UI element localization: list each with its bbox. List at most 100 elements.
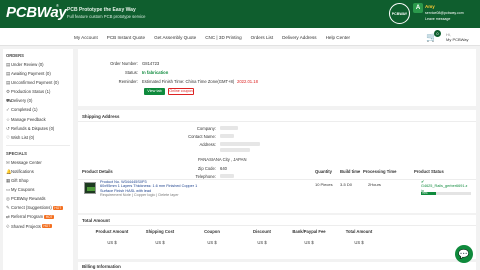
- registered-mark: ®: [56, 3, 59, 8]
- sidebar-item-gift-shop[interactable]: ▦Gift Shop: [3, 176, 73, 185]
- col-product-status: Product Status: [414, 169, 444, 174]
- address-city-country: PANASIANA City , JAPAN: [198, 157, 247, 162]
- sidebar-item-notifications[interactable]: 🔔Notifications: [3, 167, 73, 176]
- top-header: PCBWay ® PCB Prototype the Easy Way Full…: [0, 0, 480, 28]
- sales-rep-avatar: A: [413, 3, 423, 13]
- sidebar-item-wish-list[interactable]: ♡Wish List (0): [3, 133, 73, 142]
- sidebar-item-under-review[interactable]: ▤Under Review (0): [3, 60, 73, 69]
- hot-badge: HOT: [41, 223, 52, 229]
- site-slogan: PCB Prototype the Easy Way: [67, 7, 136, 13]
- cart-count-badge: 0: [434, 30, 441, 37]
- sidebar-item-refunds[interactable]: ↺Refunds & Disputes (0): [3, 124, 73, 133]
- sidebar-item-label: Refunds & Disputes (0): [11, 125, 55, 131]
- sidebar-item-label: Correct (Suggestions): [11, 205, 52, 211]
- sidebar-item-my-coupons[interactable]: ▭My Coupons: [3, 185, 73, 194]
- reminder-text: Estimated Finish Time: China Time Zone(G…: [142, 79, 235, 84]
- sidebar-item-label: Referral Program: [11, 214, 44, 220]
- sidebar-item-manage-feedback[interactable]: ☆Manage Feedback: [3, 115, 73, 124]
- address-line2-redacted: [220, 148, 250, 152]
- total-amount-title: Total Amount: [82, 218, 110, 223]
- hot-badge: HOT: [44, 214, 55, 220]
- product-processing-time: 2Hours: [368, 182, 381, 187]
- nav-my-account[interactable]: My Account: [74, 35, 98, 40]
- pcbway-badge-icon: PCBWAY: [389, 3, 410, 24]
- nav-cnc-3d-printing[interactable]: CNC | 3D Printing: [205, 35, 241, 40]
- nav-delivery-address[interactable]: Delivery Address: [282, 35, 316, 40]
- nav-assembly-quote[interactable]: Get Assembly Quote: [154, 35, 196, 40]
- product-spec: 60x95mm 1 Layers Thickness: 1.6 mm Finis…: [100, 184, 198, 193]
- my-pcbway-link[interactable]: My PCBWay: [446, 37, 469, 42]
- pcb-thumbnail[interactable]: [84, 182, 96, 194]
- nav-orders-list[interactable]: Orders List: [251, 35, 273, 40]
- live-chat-icon[interactable]: 💬: [455, 245, 473, 263]
- product-table-header: Product Details Quantity Build time Proc…: [78, 167, 476, 175]
- contact-name-redacted: [220, 134, 234, 138]
- sidebar-item-shared-projects[interactable]: ⟐ Shared Projects HOT: [3, 222, 73, 231]
- total-amount-value: US $: [354, 240, 364, 245]
- sidebar-item-awaiting-payment[interactable]: ▤Awaiting Payment (0): [3, 69, 73, 78]
- col-product-details: Product Details: [82, 169, 113, 174]
- leave-message-link[interactable]: Leave message: [425, 17, 450, 21]
- sidebar-item-label: Completed (1): [11, 107, 38, 113]
- orders-section-title: ORDERS: [6, 53, 24, 58]
- col-bank-paypal-fee: Bank/Paypal Fee: [292, 229, 326, 234]
- company-value-redacted: [220, 126, 238, 130]
- online-coupon-button[interactable]: Online coupon: [168, 88, 194, 95]
- order-status-value: In fabrication: [142, 70, 169, 75]
- sidebar-item-message-center[interactable]: ✉Message Center: [3, 158, 73, 167]
- sales-rep-name: Amy: [425, 4, 435, 9]
- address-label: Address:: [199, 142, 216, 147]
- sidebar-item-correct-suggestions[interactable]: ✎Correct (Suggestions) HOT: [3, 203, 73, 212]
- col-shipping-cost: Shipping Cost: [145, 229, 175, 234]
- sidebar-item-label: Wish List (0): [11, 134, 35, 140]
- progress-label: 70%: [422, 191, 428, 195]
- product-links[interactable]: Requirement Note | Copper logic | Delete…: [100, 193, 200, 197]
- shipping-address-title: Shipping Address: [82, 114, 120, 119]
- view-button[interactable]: View tab: [144, 88, 165, 95]
- sidebar-item-pcbway-rewards[interactable]: ◎PCBWay Rewards: [3, 194, 73, 203]
- reminder-date: 2022.01.18: [237, 79, 258, 84]
- main-nav: My Account PCB Instant Quote Get Assembl…: [0, 28, 480, 46]
- sidebar-item-delivery[interactable]: ⛟Delivery (0): [3, 96, 73, 105]
- sidebar-item-unconfirmed-payment[interactable]: ▤Unconfirmed Payment (0): [3, 78, 73, 87]
- sidebar-item-production-status[interactable]: ⚙Production Status (1): [3, 87, 73, 96]
- nav-help-center[interactable]: Help Center: [326, 35, 351, 40]
- coupon-value: US $: [207, 240, 217, 245]
- sales-rep-email[interactable]: service08@pcbway.com: [425, 11, 464, 15]
- sidebar-item-label: Manage Feedback: [11, 116, 46, 122]
- sidebar-item-label: Unconfirmed Payment (0): [11, 80, 59, 86]
- sidebar-item-label: Under Review (0): [11, 62, 44, 67]
- status-label: Status:: [124, 70, 138, 75]
- divider: [78, 225, 476, 226]
- billing-information-title: Billing Information: [82, 264, 121, 269]
- billing-information-card: Billing Information: [78, 262, 476, 270]
- sidebar-item-label: Message Center: [11, 159, 42, 165]
- sidebar-item-label: Gift Shop: [11, 178, 29, 184]
- sidebar-item-completed[interactable]: ✓Completed (1): [3, 105, 73, 114]
- divider: [78, 121, 476, 122]
- sidebar-item-label: My Coupons: [11, 187, 35, 193]
- col-total-amount: Total Amount: [345, 229, 373, 234]
- specials-section-title: SPECIALS: [6, 150, 27, 156]
- sidebar-item-referral-program[interactable]: ⇄Referral Program HOT: [3, 212, 73, 221]
- sidebar-item-label: Shared Projects: [11, 223, 41, 229]
- nav-pcb-instant-quote[interactable]: PCB Instant Quote: [107, 35, 145, 40]
- sidebar-item-label: Delivery (0): [11, 98, 33, 104]
- sidebar-divider: [6, 144, 70, 146]
- sidebar-item-label: Awaiting Payment (0): [11, 71, 51, 77]
- sales-rep-card: A Amy service08@pcbway.com Leave message: [413, 3, 477, 26]
- production-progress-bar: [421, 192, 471, 195]
- contact-name-label: Contact Name:: [188, 134, 216, 139]
- reminder-label: Reminder:: [118, 79, 138, 84]
- account-menu[interactable]: Hi, My PCBWay: [446, 32, 469, 42]
- hot-badge: HOT: [52, 205, 63, 211]
- account-sidebar: ORDERS ▤Under Review (0) ▤Awaiting Payme…: [3, 49, 73, 270]
- product-build-time: 3-5 D0: [340, 182, 353, 187]
- sidebar-item-label: PCBWay Rewards: [11, 196, 46, 202]
- shipping-cost-value: US $: [155, 240, 165, 245]
- col-coupon: Coupon: [204, 229, 220, 234]
- order-detail-main: Order Number: G814723 Status: In fabrica…: [78, 49, 476, 270]
- site-subslogan: Full feature custom PCB prototype servic…: [67, 14, 146, 19]
- coupon-button-label: Online coupon: [169, 89, 193, 93]
- total-amount-card: Total Amount Product Amount Shipping Cos…: [78, 215, 476, 259]
